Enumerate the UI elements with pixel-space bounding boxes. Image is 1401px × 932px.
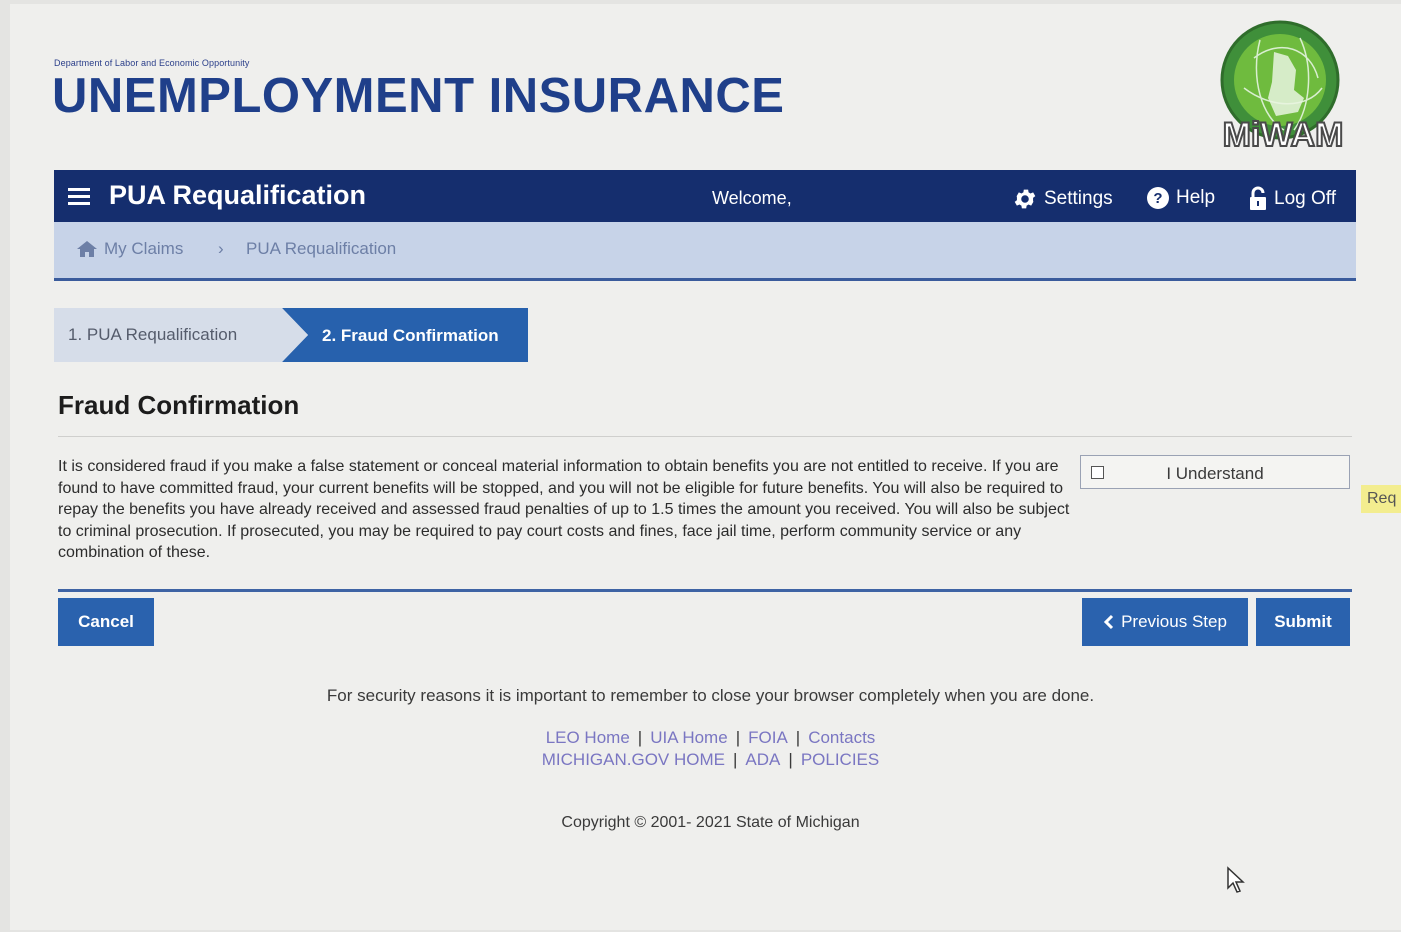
breadcrumb-separator: › [218, 239, 224, 258]
settings-link[interactable]: Settings [1012, 186, 1113, 212]
miwam-logo: MiWAM [1210, 18, 1356, 158]
help-icon: ? [1147, 187, 1169, 209]
cancel-label: Cancel [78, 612, 134, 631]
footer-links-row-1: LEO Home | UIA Home | FOIA | Contacts [10, 728, 1401, 748]
link-separator: | [637, 728, 643, 747]
top-navbar: PUA Requalification Welcome, Settings ? … [54, 170, 1356, 222]
site-title: UNEMPLOYMENT INSURANCE [52, 69, 785, 123]
gear-icon [1014, 189, 1036, 209]
department-name: Department of Labor and Economic Opportu… [54, 58, 250, 68]
required-tooltip: Req [1361, 485, 1401, 513]
previous-step-button[interactable]: Previous Step [1082, 598, 1248, 646]
previous-step-label: Previous Step [1121, 612, 1227, 631]
form-divider [58, 589, 1352, 592]
copyright: Copyright © 2001- 2021 State of Michigan [561, 814, 860, 831]
logo-text: MiWAM [1223, 116, 1344, 154]
step-arrow [282, 308, 308, 362]
lock-icon [1250, 186, 1266, 210]
footer-links-row-2: MICHIGAN.GOV HOME | ADA | POLICIES [10, 750, 1401, 770]
mouse-cursor-icon [1226, 866, 1246, 899]
settings-label: Settings [1044, 188, 1113, 209]
chevron-left-icon [1103, 614, 1114, 630]
divider [58, 436, 1352, 437]
page: Department of Labor and Economic Opportu… [10, 4, 1401, 930]
link-separator: | [733, 750, 738, 769]
welcome-text: Welcome, [712, 188, 792, 208]
submit-label: Submit [1274, 612, 1332, 631]
nav-page-title: PUA Requalification [109, 180, 367, 210]
breadcrumb-home-label: My Claims [104, 239, 184, 258]
link-separator: | [788, 750, 793, 769]
link-leo-home[interactable]: LEO Home [546, 728, 630, 747]
step-fraud-confirmation[interactable]: 2. Fraud Confirmation [282, 308, 528, 362]
logoff-link[interactable]: Log Off [1248, 186, 1336, 212]
home-icon [77, 241, 97, 257]
link-foia[interactable]: FOIA [748, 728, 788, 747]
breadcrumb-current: PUA Requalification [246, 239, 397, 258]
breadcrumb-home[interactable]: My Claims [76, 239, 183, 259]
fraud-statement: It is considered fraud if you make a fal… [58, 458, 1070, 561]
link-separator: | [735, 728, 741, 747]
help-link[interactable]: ? Help [1146, 186, 1215, 210]
breadcrumb: My Claims › PUA Requalification [54, 222, 1356, 281]
logoff-label: Log Off [1274, 188, 1336, 209]
step-1-label: 1. PUA Requalification [68, 325, 238, 344]
i-understand-checkbox[interactable]: I Understand [1080, 455, 1350, 489]
page-heading: Fraud Confirmation [58, 390, 300, 420]
step-pua-requalification[interactable]: 1. PUA Requalification [54, 308, 286, 362]
submit-button[interactable]: Submit [1256, 598, 1350, 646]
help-label: Help [1176, 187, 1216, 208]
svg-text:?: ? [1153, 190, 1162, 207]
hamburger-menu-icon[interactable] [68, 184, 90, 206]
link-michigan-gov-home[interactable]: MICHIGAN.GOV HOME [542, 750, 725, 769]
link-contacts[interactable]: Contacts [808, 728, 875, 747]
checkbox-label: I Understand [1166, 464, 1264, 483]
security-note: For security reasons it is important to … [326, 686, 1095, 705]
link-policies[interactable]: POLICIES [801, 750, 879, 769]
cancel-button[interactable]: Cancel [58, 598, 154, 646]
link-uia-home[interactable]: UIA Home [650, 728, 727, 747]
link-separator: | [795, 728, 801, 747]
step-2-label: 2. Fraud Confirmation [322, 326, 499, 345]
link-ada[interactable]: ADA [745, 750, 780, 769]
